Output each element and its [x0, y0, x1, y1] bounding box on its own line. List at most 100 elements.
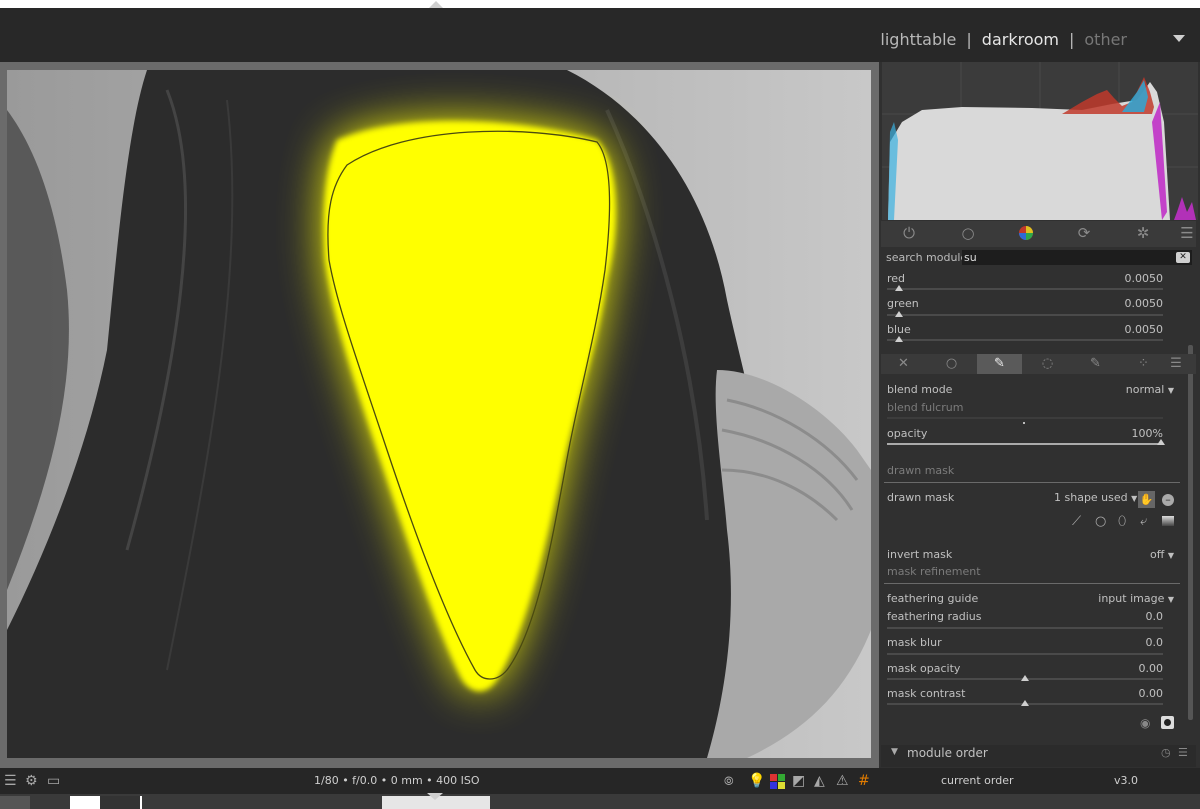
slider-green[interactable] — [887, 314, 1163, 316]
invert-mask-label: invert mask — [887, 548, 953, 561]
search-label: search module — [886, 251, 968, 264]
drawn-mask-header: drawn mask — [887, 464, 955, 477]
add-ellipse-icon[interactable]: ⬯ — [1118, 514, 1126, 529]
dropdown-arrow-icon: ▼ — [1167, 595, 1174, 604]
view-other[interactable]: other — [1084, 30, 1127, 49]
filmstrip[interactable] — [0, 794, 1200, 809]
slider-handle-green[interactable] — [895, 311, 903, 317]
views-dropdown-icon[interactable] — [1173, 35, 1185, 42]
second-window-icon[interactable]: ▭ — [47, 773, 60, 789]
circle-group-icon[interactable]: ○ — [960, 225, 976, 241]
feathering-radius-slider[interactable] — [887, 627, 1163, 629]
bottom-toolbar — [0, 768, 1200, 794]
blend-mode-value: normal — [1125, 383, 1165, 396]
blend-drawn-parametric-tab[interactable]: ✎ — [1073, 354, 1118, 374]
collapse-filmstrip-arrow-icon[interactable] — [427, 793, 443, 800]
mask-contrast-handle[interactable] — [1021, 700, 1029, 706]
slider-label-red: red — [887, 272, 906, 285]
collapse-arrow-icon: ▼ — [891, 747, 898, 757]
presets-icon[interactable]: ☰ — [1178, 746, 1188, 759]
blend-fulcrum-label: blend fulcrum — [887, 401, 964, 414]
slider-value-green[interactable]: 0.0050 — [1125, 297, 1164, 310]
add-path-icon[interactable]: ⤶ — [1140, 514, 1147, 529]
clear-search-icon[interactable]: ✕ — [1176, 252, 1190, 263]
slider-red[interactable] — [887, 288, 1163, 290]
view-separator: | — [1068, 30, 1075, 49]
blend-fulcrum-slider[interactable] — [887, 417, 1163, 419]
color-group-icon[interactable] — [1018, 225, 1034, 241]
histogram[interactable] — [882, 62, 1198, 220]
feathering-guide-value: input image — [1098, 592, 1165, 605]
focus-peaking-icon[interactable]: ⦾ — [724, 773, 734, 789]
eye-icon[interactable]: ◉ — [1140, 716, 1150, 730]
blend-uniform-tab[interactable]: ○ — [929, 354, 974, 374]
blend-off-tab[interactable]: ✕ — [881, 354, 926, 374]
menu-icon[interactable]: ☰ — [4, 773, 17, 789]
slider-label-blue: blue — [887, 323, 911, 336]
image-canvas[interactable] — [7, 70, 871, 758]
mask-opacity-handle[interactable] — [1021, 675, 1029, 681]
drawn-mask-shapes-value: 1 shape used — [1054, 491, 1128, 504]
feathering-guide-label: feathering guide — [887, 592, 979, 605]
remove-shapes-icon[interactable]: – — [1162, 494, 1174, 506]
blend-parametric-tab[interactable]: ◌ — [1025, 354, 1070, 374]
blend-mode-label: blend mode — [887, 383, 953, 396]
filmstrip-thumbnail[interactable] — [0, 796, 30, 809]
blend-drawn-mask-tab[interactable]: ✎ — [977, 354, 1022, 374]
slider-handle-red[interactable] — [895, 285, 903, 291]
display-mask-icon[interactable] — [1161, 716, 1174, 729]
clipping-icon[interactable]: ◩ — [792, 773, 805, 789]
softproof-icon[interactable]: ◭ — [814, 773, 825, 789]
raw-overexposed-icon[interactable]: 💡 — [748, 773, 765, 789]
blend-raster-tab[interactable]: ⁘ — [1121, 354, 1166, 374]
mask-contrast-value[interactable]: 0.00 — [1139, 687, 1164, 700]
feathering-guide-select[interactable]: input image ▼ — [1098, 592, 1174, 605]
feathering-radius-value[interactable]: 0.0 — [1146, 610, 1164, 623]
mask-blur-slider[interactable] — [887, 653, 1163, 655]
module-order-label: module order — [907, 746, 988, 760]
power-icon[interactable]: ⏻ — [901, 225, 917, 241]
slider-value-red[interactable]: 0.0050 — [1125, 272, 1164, 285]
slider-handle-blue[interactable] — [895, 336, 903, 342]
blend-menu-icon[interactable]: ☰ — [1161, 354, 1191, 374]
separator — [884, 482, 1180, 483]
presets-menu-icon[interactable]: ☰ — [1179, 225, 1195, 241]
correct-group-icon[interactable]: ⟳ — [1076, 225, 1092, 241]
invert-mask-select[interactable]: off ▼ — [1150, 548, 1174, 561]
add-circle-icon[interactable]: ○ — [1095, 514, 1106, 529]
mask-blur-value[interactable]: 0.0 — [1146, 636, 1164, 649]
feathering-radius-label: feathering radius — [887, 610, 982, 623]
opacity-label: opacity — [887, 427, 928, 440]
slider-value-blue[interactable]: 0.0050 — [1125, 323, 1164, 336]
view-lighttable[interactable]: lighttable — [880, 30, 956, 49]
right-panel-scrollbar[interactable] — [1188, 345, 1193, 720]
drawn-mask-label: drawn mask — [887, 491, 955, 504]
module-group-tabs: ⏻ ○ ⟳ ✲ ☰ — [881, 221, 1196, 247]
mask-opacity-value[interactable]: 0.00 — [1139, 662, 1164, 675]
drawn-mask-shapes-select[interactable]: 1 shape used ▼ — [1054, 491, 1137, 504]
invert-mask-value: off — [1150, 548, 1165, 561]
opacity-slider-handle[interactable] — [1157, 439, 1165, 445]
mask-contrast-label: mask contrast — [887, 687, 966, 700]
filmstrip-thumbnail[interactable] — [70, 796, 142, 809]
view-darkroom[interactable]: darkroom — [982, 30, 1059, 49]
slider-blue[interactable] — [887, 339, 1163, 341]
opacity-slider[interactable] — [887, 443, 1163, 445]
slider-label-green: green — [887, 297, 919, 310]
gamut-check-icon[interactable]: ⚠ — [836, 773, 849, 789]
view-switcher: lighttable | darkroom | other — [875, 30, 1132, 49]
reset-icon[interactable]: ◷ — [1161, 746, 1171, 759]
guides-icon[interactable]: # — [858, 773, 870, 789]
mask-refinement-header: mask refinement — [887, 565, 981, 578]
search-module-input[interactable] — [962, 250, 1192, 265]
color-assessment-icon[interactable] — [770, 774, 785, 789]
photo-with-mask[interactable] — [7, 70, 871, 758]
image-info: 1/80 • f/0.0 • 0 mm • 400 ISO — [314, 774, 480, 787]
add-brush-icon[interactable]: ⟋ — [1072, 514, 1081, 529]
effect-group-icon[interactable]: ✲ — [1135, 225, 1151, 241]
styles-icon[interactable]: ⚙ — [25, 773, 38, 789]
add-gradient-icon[interactable] — [1162, 516, 1174, 526]
view-separator: | — [966, 30, 972, 49]
show-edit-mask-icon[interactable]: ✋ — [1138, 491, 1155, 508]
blend-mode-select[interactable]: normal ▼ — [1126, 383, 1174, 396]
